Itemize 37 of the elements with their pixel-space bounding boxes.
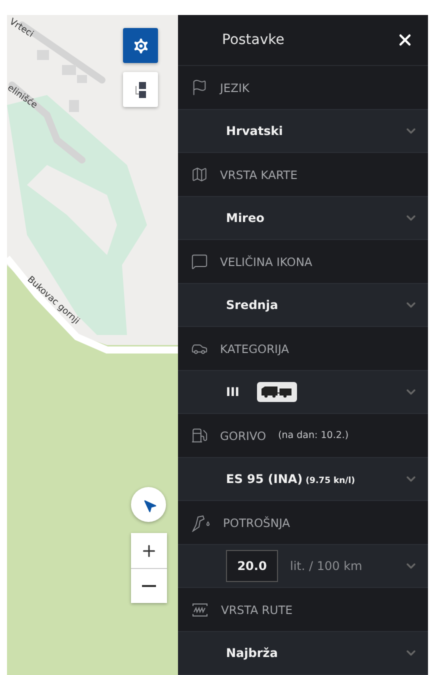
minus-icon [142,585,156,587]
selected-value[interactable]: Srednja [226,298,404,312]
section-label: JEZIK [220,80,250,94]
selected-value[interactable]: Mireo [226,211,404,225]
dropdown-row[interactable]: Mireo [178,196,428,240]
settings-button[interactable] [123,28,158,63]
dropdown-row[interactable]: Hrvatski [178,109,428,153]
van-trailer-icon [257,382,298,402]
selected-value[interactable]: Najbrža [226,646,404,660]
layers-button[interactable] [123,72,158,107]
date-note: (na dan: 10.2.) [278,430,349,441]
map-icon [191,166,208,183]
layers-icon [134,80,148,100]
section-label: VELIČINA IKONA [220,254,312,268]
section-label: KATEGORIJA [220,342,290,356]
speech-bubble-icon [191,253,208,270]
dropdown-row[interactable]: ES 95 (INA) (9.75 kn/l) [178,457,428,501]
section-label: VRSTA RUTE [221,602,293,616]
category-value[interactable]: III [226,385,240,399]
section-label: GORIVO [220,428,266,442]
fuel-nozzle-icon [191,514,211,532]
dropdown-row[interactable]: 20.0 lit. / 100 km [178,544,428,588]
selected-value[interactable]: ES 95 (INA) (9.75 kn/l) [226,472,404,486]
dropdown-row[interactable]: III [178,370,428,414]
dropdown-row[interactable]: Srednja [178,283,428,327]
consumption-input[interactable]: 20.0 [226,550,278,582]
panel-title: Postavke [222,32,286,48]
flag-icon [191,79,208,96]
zoom-out-button[interactable] [131,568,167,603]
section-label: POTROŠNJA [223,516,290,530]
route-icon [191,602,209,618]
fuel-pump-icon [191,427,208,444]
selected-value[interactable]: Hrvatski [226,124,404,138]
section-label: VRSTA KARTE [220,168,298,182]
dropdown-row[interactable]: Najbrža [178,631,428,675]
buildings-drawing [37,50,87,112]
unit-label: lit. / 100 km [290,559,364,573]
